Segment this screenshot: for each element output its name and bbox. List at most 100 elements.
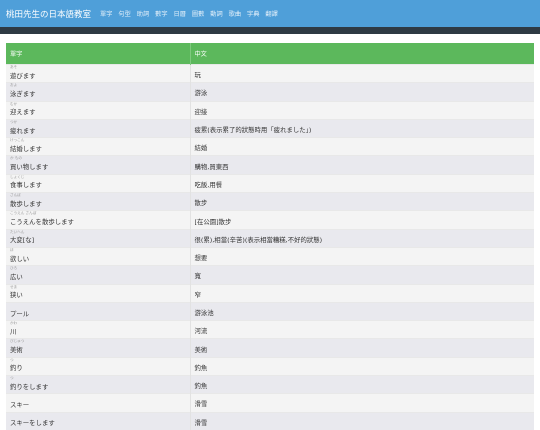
table-row: かわ川河流 <box>6 320 534 339</box>
furigana-reading: せま <box>10 284 18 289</box>
chinese-meaning: 美術 <box>194 345 208 354</box>
table-row: せま 狭い窄 <box>6 283 534 303</box>
word-cell: せま 狭い <box>6 283 191 303</box>
spacer <box>0 34 540 43</box>
table-row: およ 泳ぎます 游泳 <box>6 82 534 102</box>
meaning-cell: 結婚 <box>190 137 534 156</box>
table-header-row: 單字 中文 <box>6 43 534 65</box>
chinese-meaning: 滑雪 <box>194 418 208 427</box>
meaning-cell: 玩 <box>190 63 534 83</box>
word-cell: けっこん 結婚します <box>6 137 191 156</box>
nav-link-calendar[interactable]: 日曆 <box>174 9 186 18</box>
chinese-meaning: 窄 <box>194 290 201 299</box>
furigana-reading: つ <box>10 357 14 362</box>
meaning-cell: 購物,買東西 <box>190 155 534 175</box>
chinese-meaning: 迎接 <box>194 107 208 116</box>
nav-link-joshi[interactable]: 助詞 <box>137 9 149 18</box>
table-row: ほ欲しい 想要 <box>6 246 534 266</box>
table-row: さんぽ 散歩します 散步 <box>6 192 534 211</box>
nav-link-counters[interactable]: 圖數 <box>192 9 204 18</box>
word-cell: こうえん さんぽ こうえんを散歩します <box>6 210 191 230</box>
nav-link-dictionary[interactable]: 字典 <box>247 9 259 18</box>
table-row: か もの 買い物します 購物,買東西 <box>6 155 534 175</box>
furigana-reading: さんぽ <box>10 193 21 198</box>
nav-link-tango[interactable]: 單字 <box>100 9 112 18</box>
nav-link-verbs[interactable]: 動詞 <box>210 9 222 18</box>
furigana-reading: ほ <box>10 247 14 252</box>
meaning-cell: 窄 <box>190 283 534 303</box>
nav-link-translate[interactable]: 翻譯 <box>265 9 277 18</box>
word-cell: つ釣りをします <box>6 375 191 394</box>
chinese-meaning: 寬 <box>194 272 201 281</box>
meaning-cell: 河流 <box>190 320 534 339</box>
word-cell: つか 疲れます <box>6 118 191 138</box>
furigana-reading: こうえん さんぽ <box>10 211 37 216</box>
nav-link-suuji[interactable]: 數字 <box>155 9 167 18</box>
nav-link-kukei[interactable]: 句型 <box>118 9 130 18</box>
table-row: あそ 遊びます玩 <box>6 63 534 83</box>
column-header-word[interactable]: 單字 <box>6 43 191 65</box>
furigana-reading: あそ <box>10 65 18 69</box>
table-row: こうえん さんぽ こうえんを散歩します [在公園]散步 <box>6 210 534 230</box>
site-brand[interactable]: 桃田先生の日本語教室 <box>6 8 91 20</box>
furigana-reading: つ <box>10 376 14 381</box>
japanese-word: 釣りをします <box>10 382 49 391</box>
word-cell: つ釣り <box>6 356 191 376</box>
chinese-meaning: 游泳 <box>194 89 208 98</box>
furigana-reading: びじゅつ <box>10 339 25 344</box>
chinese-meaning: 想要 <box>194 254 208 263</box>
word-cell: プール <box>6 301 191 321</box>
vocabulary-table: 單字 中文 あそ 遊びます玩およ 泳ぎます 游泳 むか 迎えます 迎接 つか 疲れます 疲累(表示… <box>6 43 534 430</box>
word-cell: スキーをします <box>6 411 191 430</box>
table-row: つか 疲れます 疲累(表示累了的狀態時用「疲れました」) <box>6 118 534 138</box>
word-cell: ほ欲しい <box>6 246 191 266</box>
chinese-meaning: 釣魚 <box>194 363 208 372</box>
furigana-reading: つか <box>10 119 18 124</box>
chinese-meaning: 吃飯,用餐 <box>194 180 223 189</box>
meaning-cell: 疲累(表示累了的狀態時用「疲れました」) <box>190 118 534 138</box>
chinese-meaning: 很(累),相當(辛苦)(表示相當糟糕,不好的狀態) <box>194 235 323 244</box>
meaning-cell: 美術 <box>190 338 534 358</box>
word-cell: ひろ 広い <box>6 265 191 285</box>
word-cell: か もの 買い物します <box>6 155 191 175</box>
table-row: スキー 滑雪 <box>6 393 534 413</box>
meaning-cell: 散步 <box>190 192 534 211</box>
meaning-cell: 釣魚 <box>190 375 534 394</box>
chinese-meaning: [在公園]散步 <box>194 217 232 226</box>
word-cell: かわ川 <box>6 320 191 339</box>
table-row: スキーをします 滑雪 <box>6 411 534 430</box>
word-cell: さんぽ 散歩します <box>6 192 191 211</box>
chinese-meaning: 疲累(表示累了的狀態時用「疲れました」) <box>194 126 312 135</box>
word-cell: たいへん 大変[な] <box>6 228 191 248</box>
chinese-meaning: 散步 <box>194 199 208 208</box>
chinese-meaning: 游泳池 <box>194 309 214 317</box>
table-row: プール 游泳池 <box>6 301 534 321</box>
meaning-cell: 寬 <box>190 265 534 285</box>
word-cell: びじゅつ 美術 <box>6 338 191 358</box>
furigana-reading: か もの <box>10 156 22 161</box>
chinese-meaning: 滑雪 <box>194 400 208 409</box>
table-row: つ釣り 釣魚 <box>6 356 534 376</box>
meaning-cell: 釣魚 <box>190 356 534 376</box>
japanese-word: スキーをします <box>10 419 55 428</box>
furigana-reading: かわ <box>10 321 18 326</box>
meaning-cell: 很(累),相當(辛苦)(表示相當糟糕,不好的狀態) <box>190 228 534 248</box>
meaning-cell: 想要 <box>190 246 534 266</box>
furigana-reading: ひろ <box>10 266 18 271</box>
meaning-cell: 游泳 <box>190 82 534 102</box>
meaning-cell: 吃飯,用餐 <box>190 173 534 193</box>
chinese-meaning: 玩 <box>194 71 201 80</box>
word-cell: あそ 遊びます <box>6 63 191 83</box>
nav-link-songs[interactable]: 歌曲 <box>229 9 241 18</box>
table-row: つ釣りをします 釣魚 <box>6 375 534 394</box>
furigana-reading: たいへん <box>10 229 25 234</box>
word-cell: むか 迎えます <box>6 100 191 120</box>
chinese-meaning: 結婚 <box>194 144 208 153</box>
column-header-meaning[interactable]: 中文 <box>190 43 534 65</box>
table-row: びじゅつ 美術 美術 <box>6 338 534 358</box>
table-row: けっこん 結婚します 結婚 <box>6 137 534 156</box>
meaning-cell: 迎接 <box>190 100 534 120</box>
furigana-reading: むか <box>10 101 18 106</box>
furigana-reading: しょくじ <box>10 174 25 179</box>
word-cell: スキー <box>6 393 191 413</box>
